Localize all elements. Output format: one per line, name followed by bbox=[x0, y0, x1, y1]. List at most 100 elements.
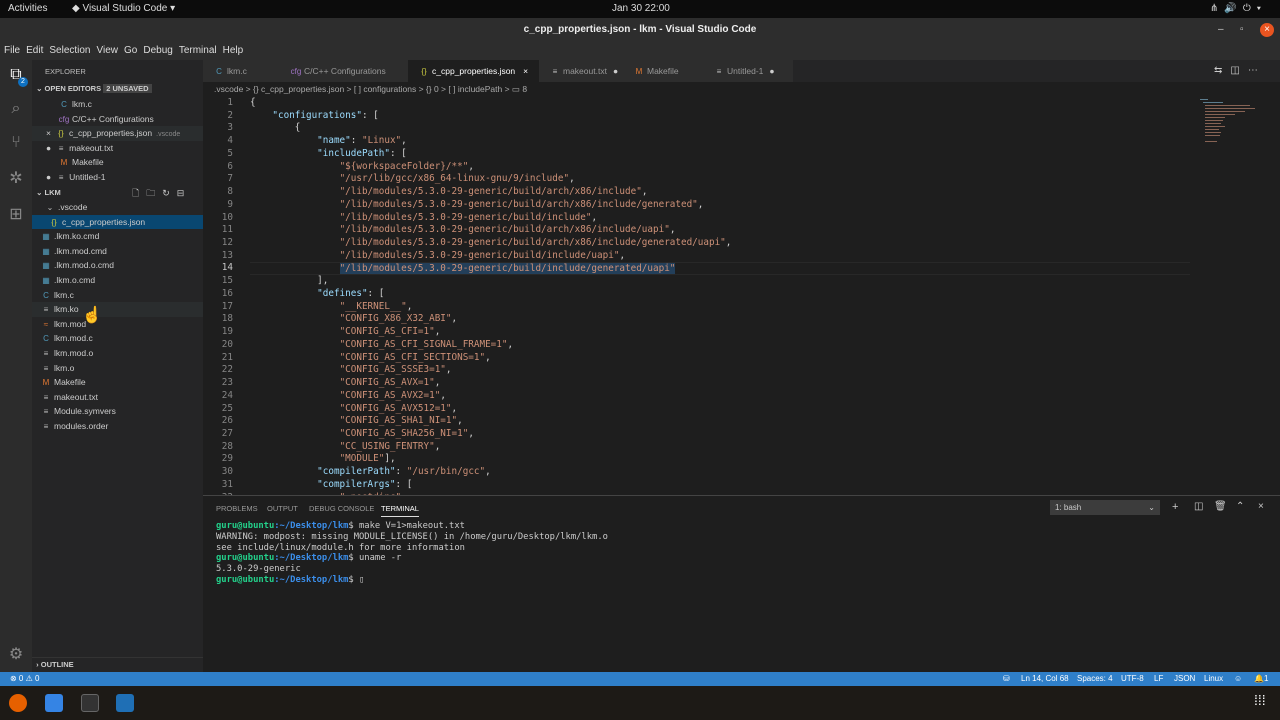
menu-terminal[interactable]: Terminal bbox=[179, 42, 217, 60]
menu-edit[interactable]: Edit bbox=[26, 42, 43, 60]
bottom-panel: PROBLEMS OUTPUT DEBUG CONSOLE TERMINAL 1: b… bbox=[203, 495, 1280, 672]
tab-untitled-1[interactable]: ≡ Untitled-1 ● bbox=[703, 60, 793, 82]
config-status[interactable]: Linux bbox=[1204, 672, 1223, 686]
new-terminal-icon[interactable]: + bbox=[1172, 501, 1178, 513]
json-string: "/lib/modules/5.3.0-29-generic/build/inc… bbox=[339, 249, 620, 261]
file-tree-item[interactable]: ▦ .lkm.ko.cmd bbox=[32, 229, 203, 244]
file-tree-item[interactable]: Clkm.mod.c bbox=[32, 331, 203, 346]
open-editors-header[interactable]: ⌄ OPEN EDITORS 2 UNSAVED bbox=[32, 82, 203, 97]
file-tree-item[interactable]: ⌄ .vscode bbox=[32, 200, 203, 215]
maximize-panel-icon[interactable]: ⌃ bbox=[1236, 501, 1244, 512]
terminal-select[interactable]: 1: bash ⌄ bbox=[1050, 500, 1160, 515]
open-editor-item[interactable]: cfg C/C++ Configurations bbox=[32, 112, 203, 127]
file-tree-item[interactable]: M Makefile bbox=[32, 375, 203, 390]
menu-file[interactable]: File bbox=[4, 42, 20, 60]
split-terminal-icon[interactable]: ◫ bbox=[1194, 501, 1203, 512]
line-number: 9 bbox=[227, 198, 233, 210]
menu-view[interactable]: View bbox=[97, 42, 119, 60]
file-tree-item[interactable]: ≈ lkm.mod bbox=[32, 317, 203, 332]
json-punct: , bbox=[434, 326, 441, 338]
output-text: WARNING: modpost: missing MODULE_LICENSE… bbox=[216, 531, 608, 542]
panel-tab-output[interactable]: OUTPUT bbox=[267, 504, 298, 513]
unsaved-dot-icon[interactable]: ● bbox=[769, 66, 774, 76]
app-menu[interactable]: ◆ Visual Studio Code ▾ bbox=[72, 3, 175, 14]
json-punct: { bbox=[250, 122, 301, 134]
explorer-icon[interactable]: ⧉ 2 bbox=[6, 66, 28, 87]
file-tree-item[interactable]: ▦ .lkm.mod.o.cmd bbox=[32, 258, 203, 273]
eol-status[interactable]: LF bbox=[1154, 672, 1163, 686]
editor-actions[interactable]: ⇆◫⋯ bbox=[1214, 65, 1266, 76]
explorer-actions[interactable]: 🗋🗀↻⊟ bbox=[132, 186, 191, 201]
open-editor-item[interactable]: ● ≡ makeout.txt bbox=[32, 141, 203, 156]
menu-go[interactable]: Go bbox=[124, 42, 137, 60]
system-tray-icons[interactable]: ⋔🔊⏻▾ bbox=[1210, 3, 1267, 14]
minimize-button[interactable]: – bbox=[1218, 18, 1224, 42]
encoding-status[interactable]: UTF-8 bbox=[1121, 672, 1144, 686]
close-icon[interactable]: × bbox=[523, 66, 528, 76]
cursor-position[interactable]: Ln 14, Col 68 bbox=[1021, 672, 1069, 686]
gear-icon[interactable]: ⚙ bbox=[6, 644, 26, 664]
file-tree-item[interactable]: ≡ lkm.o bbox=[32, 361, 203, 376]
debug-icon[interactable]: ✲ bbox=[6, 168, 26, 188]
file-tree-item[interactable]: ▦ .lkm.o.cmd bbox=[32, 273, 203, 288]
file-tree-item[interactable]: ≡ lkm.ko bbox=[32, 302, 203, 317]
database-icon[interactable]: ⛁ bbox=[1003, 672, 1010, 686]
files-icon[interactable] bbox=[45, 694, 63, 712]
file-tree-item[interactable]: ≡ makeout.txt bbox=[32, 390, 203, 405]
file-icon: {} bbox=[51, 217, 57, 227]
trash-icon[interactable]: 🗑 bbox=[1214, 501, 1227, 512]
clock[interactable]: Jan 30 22:00 bbox=[612, 3, 670, 14]
terminal-app-icon[interactable] bbox=[81, 694, 99, 712]
menu-selection[interactable]: Selection bbox=[49, 42, 90, 60]
problems-status[interactable]: ⊗ 0 ⚠ 0 bbox=[10, 672, 39, 686]
tab-c-cpp-properties-json[interactable]: {} c_cpp_properties.json × bbox=[408, 60, 539, 82]
open-editor-item[interactable]: Clkm.c bbox=[32, 97, 203, 112]
unsaved-dot-icon[interactable]: ● bbox=[613, 66, 618, 76]
minimap[interactable] bbox=[1195, 97, 1270, 157]
file-tree-item[interactable]: Clkm.c bbox=[32, 288, 203, 303]
open-editor-item[interactable]: M Makefile bbox=[32, 155, 203, 170]
panel-tab-terminal[interactable]: TERMINAL bbox=[381, 504, 419, 517]
show-apps-icon[interactable]: ⁞⁞⁞ bbox=[1254, 692, 1266, 708]
tab-makeout-txt[interactable]: ≡ makeout.txt ● bbox=[539, 60, 623, 82]
terminal-output[interactable]: guru@ubuntu:~/Desktop/lkm$ make V=1>make… bbox=[216, 521, 608, 586]
file-tree-item[interactable]: ≡ lkm.mod.o bbox=[32, 346, 203, 361]
vscode-app-icon[interactable] bbox=[116, 694, 134, 712]
editor-tabs: Clkm.c cfg C/C++ Configurations{} c_cpp_pro… bbox=[203, 60, 1280, 82]
file-tree-item[interactable]: ≡ modules.order bbox=[32, 419, 203, 434]
open-editor-item[interactable]: ● ≡ Untitled-1 bbox=[32, 170, 203, 185]
json-punct: : [ bbox=[395, 478, 413, 490]
folder-header-lkm[interactable]: ⌄ LKM 🗋🗀↻⊟ bbox=[32, 186, 203, 201]
file-tree-item[interactable]: {} c_cpp_properties.json bbox=[32, 214, 203, 230]
source-control-icon[interactable]: ⑂ bbox=[6, 134, 26, 154]
file-tree-item[interactable]: ≡ Module.symvers bbox=[32, 404, 203, 419]
json-punct: ], bbox=[384, 453, 396, 465]
open-editors-label: OPEN EDITORS bbox=[44, 84, 102, 93]
open-editor-item[interactable]: × {} c_cpp_properties.json .vscode bbox=[32, 126, 203, 141]
panel-tab-debug-console[interactable]: DEBUG CONSOLE bbox=[309, 504, 374, 513]
code-editor[interactable]: 1{2 "configurations": [3 {4 "name": "Lin… bbox=[203, 97, 1203, 495]
extensions-icon[interactable]: ⊞ bbox=[6, 204, 26, 224]
search-icon[interactable]: ⌕ bbox=[6, 100, 26, 120]
outline-header[interactable]: › OUTLINE bbox=[32, 657, 203, 672]
close-icon[interactable]: × bbox=[46, 128, 51, 138]
feedback-icon[interactable]: ☺ bbox=[1234, 672, 1242, 686]
breadcrumb[interactable]: .vscode > {} c_cpp_properties.json > [ ]… bbox=[214, 84, 527, 95]
close-panel-icon[interactable]: × bbox=[1258, 501, 1264, 512]
indentation-status[interactable]: Spaces: 4 bbox=[1077, 672, 1113, 686]
file-tree-item[interactable]: ▦ .lkm.mod.cmd bbox=[32, 244, 203, 259]
notifications-status[interactable]: 🔔1 bbox=[1254, 672, 1268, 686]
menu-debug[interactable]: Debug bbox=[143, 42, 172, 60]
maximize-button[interactable]: ▫ bbox=[1240, 18, 1244, 42]
activities-button[interactable]: Activities bbox=[8, 3, 47, 14]
tab-lkm-c[interactable]: Clkm.c bbox=[203, 60, 280, 82]
close-window-button[interactable]: × bbox=[1260, 23, 1274, 37]
tab-c-c-configurations[interactable]: cfg C/C++ Configurations bbox=[280, 60, 408, 82]
firefox-icon[interactable] bbox=[9, 694, 27, 712]
code-line: "MODULE"], bbox=[250, 453, 396, 464]
json-string: "/usr/lib/gcc/x86_64-linux-gnu/9/include… bbox=[339, 173, 570, 185]
panel-tab-problems[interactable]: PROBLEMS bbox=[216, 504, 258, 513]
menu-help[interactable]: Help bbox=[223, 42, 244, 60]
tab-makefile[interactable]: M Makefile bbox=[623, 60, 703, 82]
language-status[interactable]: JSON bbox=[1174, 672, 1195, 686]
